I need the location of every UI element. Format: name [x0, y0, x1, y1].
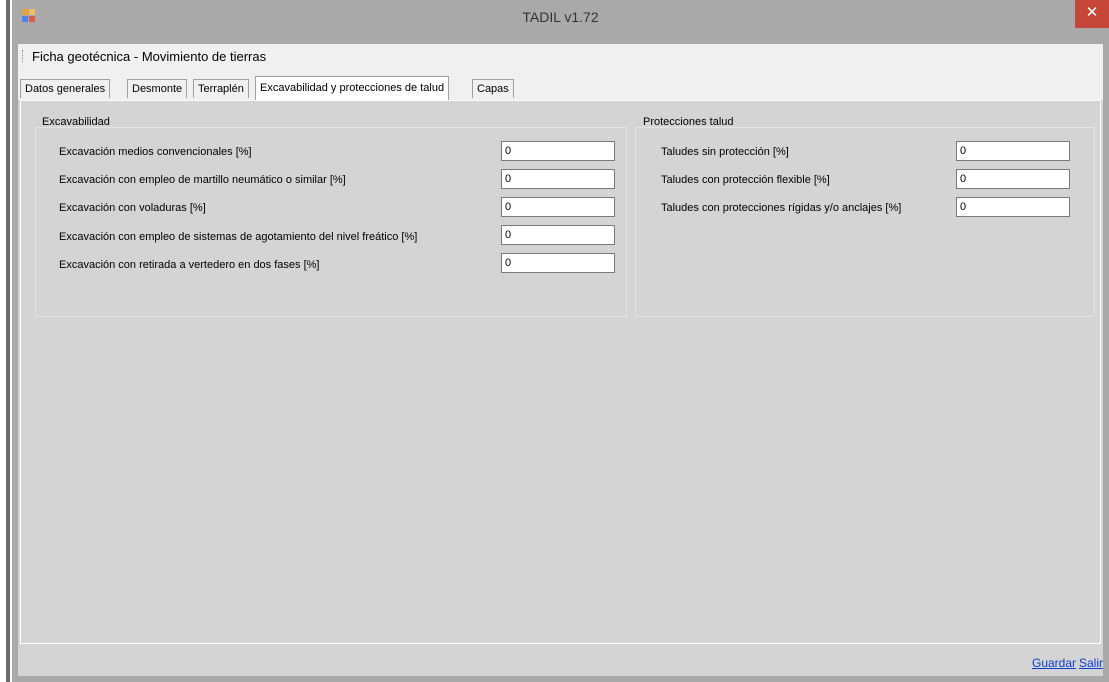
- app-window: TADIL v1.72 ✕ Ficha geotécnica - Movimie…: [12, 0, 1109, 682]
- tab-terraplen[interactable]: Terraplén: [193, 79, 249, 98]
- protecciones-group-title: Protecciones talud: [643, 116, 734, 128]
- menu-strip: Ficha geotécnica - Movimiento de tierras: [18, 44, 1103, 68]
- tab-excavabilidad[interactable]: Excavabilidad y protecciones de talud: [255, 76, 450, 100]
- tab-desmonte[interactable]: Desmonte: [127, 79, 188, 98]
- field-label: Excavación con retirada a vertedero en d…: [59, 259, 320, 271]
- close-button[interactable]: ✕: [1075, 0, 1109, 28]
- guardar-link[interactable]: Guardar: [1032, 656, 1076, 670]
- menu-item-ficha[interactable]: Ficha geotécnica - Movimiento de tierras: [32, 49, 266, 64]
- background-window-edge: [0, 0, 12, 682]
- field-label: Taludes con protecciones rígidas y/o anc…: [661, 202, 902, 214]
- tab-datos-generales[interactable]: Datos generales: [20, 79, 111, 98]
- tab-strip: Datos generales Desmonte Terraplén Excav…: [18, 68, 1103, 100]
- title-bar: TADIL v1.72 ✕: [12, 0, 1109, 34]
- taludes-flexible-input[interactable]: [956, 169, 1070, 189]
- excavabilidad-group-title: Excavabilidad: [42, 116, 110, 128]
- menu-grip-icon[interactable]: [22, 50, 25, 62]
- field-label: Excavación con empleo de sistemas de ago…: [59, 231, 418, 243]
- excavacion-convencional-input[interactable]: [501, 141, 615, 161]
- taludes-rigidas-input[interactable]: [956, 197, 1070, 217]
- footer-bar: Guardar Salir: [18, 644, 1103, 676]
- field-label: Excavación con empleo de martillo neumát…: [59, 174, 346, 186]
- field-label: Excavación medios convencionales [%]: [59, 146, 252, 158]
- excavacion-vertedero-input[interactable]: [501, 253, 615, 273]
- taludes-sin-proteccion-input[interactable]: [956, 141, 1070, 161]
- salir-link[interactable]: Salir: [1079, 656, 1103, 670]
- excavacion-agotamiento-input[interactable]: [501, 225, 615, 245]
- field-label: Taludes sin protección [%]: [661, 146, 789, 158]
- tab-page-excavabilidad: Excavabilidad Excavación medios convenci…: [20, 100, 1101, 644]
- tab-capas[interactable]: Capas: [472, 79, 514, 98]
- close-icon[interactable]: ✕: [1075, 0, 1109, 26]
- field-label: Excavación con voladuras [%]: [59, 202, 206, 214]
- field-label: Taludes con protección flexible [%]: [661, 174, 830, 186]
- client-area: Ficha geotécnica - Movimiento de tierras…: [18, 44, 1103, 676]
- excavacion-voladuras-input[interactable]: [501, 197, 615, 217]
- window-title: TADIL v1.72: [522, 9, 599, 25]
- excavacion-martillo-input[interactable]: [501, 169, 615, 189]
